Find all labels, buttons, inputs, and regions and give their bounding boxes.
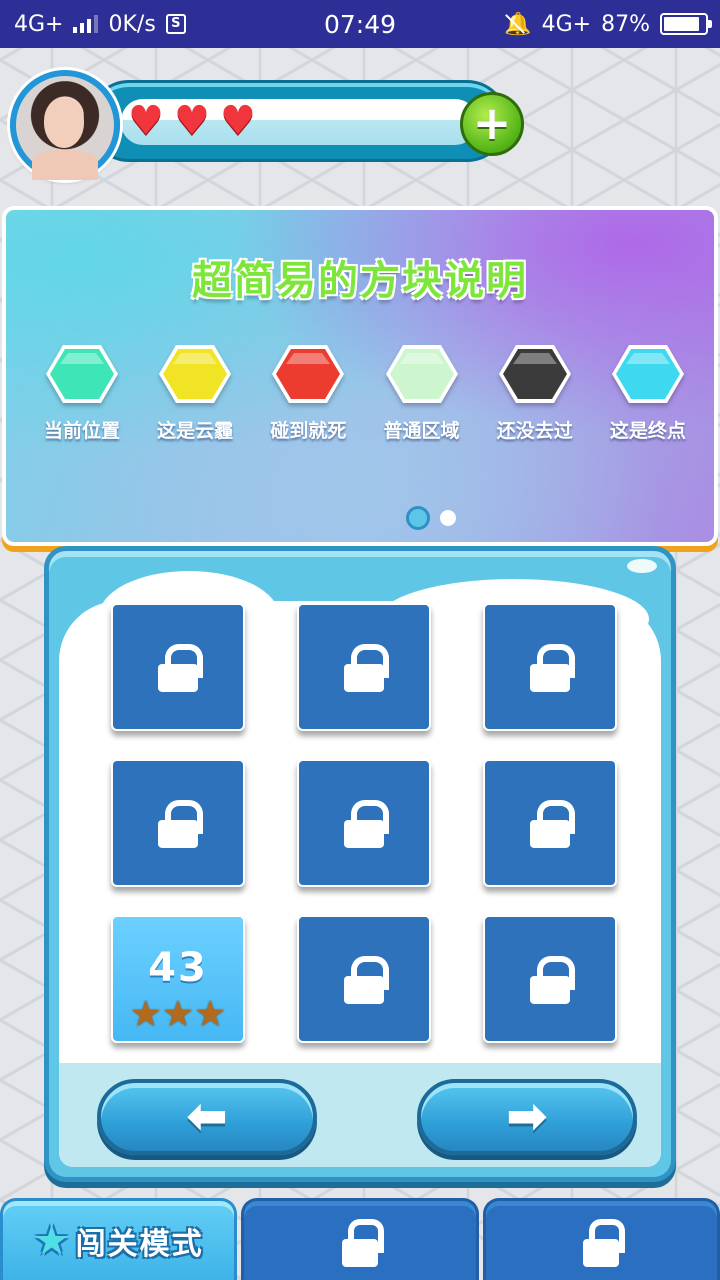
block-legend: 当前位置 这是云霾 碰到就死 普通区域 还没去过 这是终点 [26,342,704,443]
lock-icon [341,1219,384,1267]
battery-percent: 87% [601,11,650,37]
lock-icon [158,643,203,692]
network-speed: 0K/s [108,11,156,37]
tab-label: 闯关模式 [75,1227,204,1262]
star-icon: ★ [129,994,162,1035]
page-dot[interactable] [440,510,456,526]
level-tile-locked[interactable] [297,915,431,1043]
lock-icon [583,1219,626,1267]
tab-adventure-mode[interactable]: ★ 闯关模式 [0,1198,238,1280]
avatar[interactable] [10,70,120,180]
mute-icon: 🔔 [504,11,532,37]
banner-title: 超简易的方块说明 [192,258,528,304]
status-bar: 4G+ 0K/s S 07:49 🔔 4G+ 87% [0,0,720,48]
tab-locked-mode-2[interactable] [241,1198,479,1280]
legend-item: 当前位置 [26,342,138,443]
level-tile-locked[interactable] [111,759,245,887]
lock-icon [344,955,389,1004]
heart-icon: ♥ [128,98,164,144]
hexagon-block-icon [610,342,686,406]
status-right: 🔔 4G+ 87% [504,0,712,48]
battery-icon [660,13,712,35]
s-app-icon: S [165,14,186,34]
lock-icon [530,955,575,1004]
hexagon-block-icon [497,342,573,406]
mode-tabs: ★ 闯关模式 [0,1198,720,1280]
network-type-right: 4G+ [541,11,592,37]
hexagon-block-icon [270,342,346,406]
level-grid: 43 ★ ★ ★ [111,603,617,1043]
star-icon: ★ [194,994,227,1035]
level-number: 43 [148,945,208,991]
level-tile-locked[interactable] [483,759,617,887]
hexagon-block-icon [384,342,460,406]
legend-label: 这是云霾 [157,420,234,442]
panel-shine [627,559,657,573]
level-panel: 43 ★ ★ ★ ⬅ ➡ [44,546,676,1182]
legend-label: 普通区域 [383,420,460,442]
tab-locked-mode-3[interactable] [482,1198,720,1280]
lock-icon [344,643,389,692]
star-icon: ★ [161,994,195,1035]
level-tile-locked[interactable] [297,603,431,731]
status-left: 4G+ 0K/s S [14,0,186,48]
arrow-right-icon: ➡ [506,1087,548,1145]
level-stars: ★ ★ ★ [113,997,243,1033]
level-tile-locked[interactable] [297,759,431,887]
level-tile-locked[interactable] [483,603,617,731]
previous-page-button[interactable]: ⬅ [97,1079,317,1155]
legend-item: 这是终点 [592,342,704,443]
legend-label: 当前位置 [43,420,120,442]
legend-item: 这是云霾 [139,342,251,443]
instructions-banner[interactable]: 超简易的方块说明 当前位置 这是云霾 碰到就死 普通区域 还没去过 这是终点 [2,206,718,546]
level-tile-locked[interactable] [111,603,245,731]
star-icon: ★ [33,1218,70,1264]
legend-item: 碰到就死 [252,342,364,443]
hexagon-block-icon [44,342,120,406]
legend-label: 还没去过 [496,420,573,442]
legend-item: 普通区域 [366,342,478,443]
lock-icon [344,799,389,848]
heart-icon: ♥ [220,98,256,144]
arrow-left-icon: ⬅ [186,1087,228,1145]
lives-hearts: ♥ ♥ ♥ [128,100,262,142]
add-lives-button[interactable]: + [460,92,524,156]
hexagon-block-icon [157,342,233,406]
legend-label: 碰到就死 [270,420,347,442]
lock-icon [530,643,575,692]
page-dot[interactable] [406,506,430,530]
signal-icon [73,15,99,33]
level-tile[interactable]: 43 ★ ★ ★ [111,915,245,1043]
legend-label: 这是终点 [609,420,686,442]
next-page-button[interactable]: ➡ [417,1079,637,1155]
page-indicator [406,506,456,530]
legend-item: 还没去过 [479,342,591,443]
lock-icon [530,799,575,848]
network-type-left: 4G+ [14,11,64,37]
lock-icon [158,799,203,848]
level-tile-locked[interactable] [483,915,617,1043]
heart-icon: ♥ [174,98,210,144]
